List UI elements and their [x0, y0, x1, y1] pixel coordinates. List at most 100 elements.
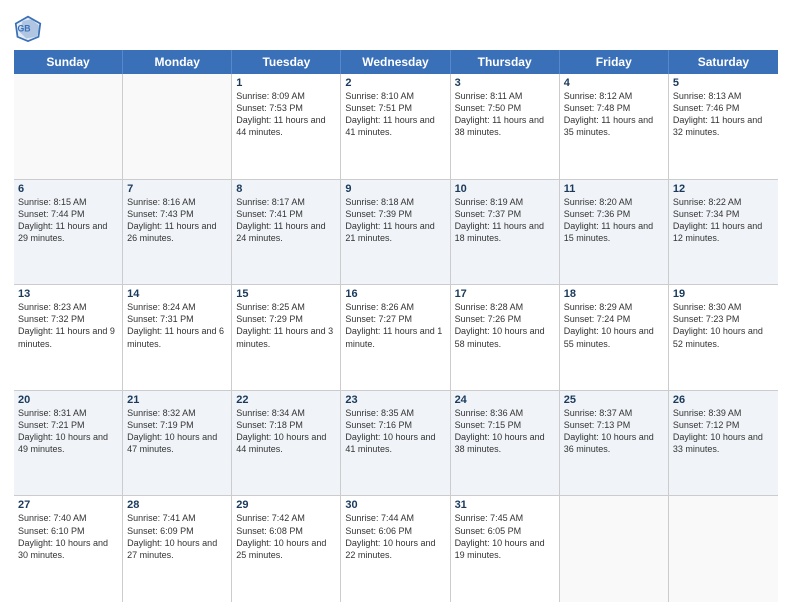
day-cell-14: 14Sunrise: 8:24 AM Sunset: 7:31 PM Dayli… [123, 285, 232, 390]
day-cell-10: 10Sunrise: 8:19 AM Sunset: 7:37 PM Dayli… [451, 180, 560, 285]
calendar-row-4: 27Sunrise: 7:40 AM Sunset: 6:10 PM Dayli… [14, 496, 778, 602]
day-info: Sunrise: 8:34 AM Sunset: 7:18 PM Dayligh… [236, 407, 336, 456]
day-info: Sunrise: 8:12 AM Sunset: 7:48 PM Dayligh… [564, 90, 664, 139]
day-cell-20: 20Sunrise: 8:31 AM Sunset: 7:21 PM Dayli… [14, 391, 123, 496]
day-number: 24 [455, 394, 555, 406]
day-info: Sunrise: 8:23 AM Sunset: 7:32 PM Dayligh… [18, 301, 118, 350]
day-number: 9 [345, 183, 445, 195]
day-info: Sunrise: 8:20 AM Sunset: 7:36 PM Dayligh… [564, 196, 664, 245]
day-number: 21 [127, 394, 227, 406]
day-cell-30: 30Sunrise: 7:44 AM Sunset: 6:06 PM Dayli… [341, 496, 450, 602]
day-cell-9: 9Sunrise: 8:18 AM Sunset: 7:39 PM Daylig… [341, 180, 450, 285]
day-cell-18: 18Sunrise: 8:29 AM Sunset: 7:24 PM Dayli… [560, 285, 669, 390]
day-info: Sunrise: 8:28 AM Sunset: 7:26 PM Dayligh… [455, 301, 555, 350]
day-info: Sunrise: 7:44 AM Sunset: 6:06 PM Dayligh… [345, 512, 445, 561]
day-info: Sunrise: 8:35 AM Sunset: 7:16 PM Dayligh… [345, 407, 445, 456]
empty-cell [14, 74, 123, 179]
day-number: 26 [673, 394, 774, 406]
day-info: Sunrise: 8:31 AM Sunset: 7:21 PM Dayligh… [18, 407, 118, 456]
day-info: Sunrise: 8:29 AM Sunset: 7:24 PM Dayligh… [564, 301, 664, 350]
calendar: SundayMondayTuesdayWednesdayThursdayFrid… [14, 50, 778, 602]
day-cell-7: 7Sunrise: 8:16 AM Sunset: 7:43 PM Daylig… [123, 180, 232, 285]
day-number: 31 [455, 499, 555, 511]
day-cell-29: 29Sunrise: 7:42 AM Sunset: 6:08 PM Dayli… [232, 496, 341, 602]
day-cell-22: 22Sunrise: 8:34 AM Sunset: 7:18 PM Dayli… [232, 391, 341, 496]
header-day-friday: Friday [560, 50, 669, 74]
day-info: Sunrise: 8:10 AM Sunset: 7:51 PM Dayligh… [345, 90, 445, 139]
day-cell-17: 17Sunrise: 8:28 AM Sunset: 7:26 PM Dayli… [451, 285, 560, 390]
day-cell-31: 31Sunrise: 7:45 AM Sunset: 6:05 PM Dayli… [451, 496, 560, 602]
day-cell-6: 6Sunrise: 8:15 AM Sunset: 7:44 PM Daylig… [14, 180, 123, 285]
day-number: 1 [236, 77, 336, 89]
day-info: Sunrise: 8:39 AM Sunset: 7:12 PM Dayligh… [673, 407, 774, 456]
logo-icon: GB [14, 14, 42, 42]
day-number: 27 [18, 499, 118, 511]
day-number: 28 [127, 499, 227, 511]
day-cell-16: 16Sunrise: 8:26 AM Sunset: 7:27 PM Dayli… [341, 285, 450, 390]
day-cell-28: 28Sunrise: 7:41 AM Sunset: 6:09 PM Dayli… [123, 496, 232, 602]
header-day-saturday: Saturday [669, 50, 778, 74]
day-number: 22 [236, 394, 336, 406]
header-day-wednesday: Wednesday [341, 50, 450, 74]
header-day-tuesday: Tuesday [232, 50, 341, 74]
day-info: Sunrise: 8:30 AM Sunset: 7:23 PM Dayligh… [673, 301, 774, 350]
header-day-sunday: Sunday [14, 50, 123, 74]
day-info: Sunrise: 7:42 AM Sunset: 6:08 PM Dayligh… [236, 512, 336, 561]
day-info: Sunrise: 8:13 AM Sunset: 7:46 PM Dayligh… [673, 90, 774, 139]
day-number: 11 [564, 183, 664, 195]
day-cell-11: 11Sunrise: 8:20 AM Sunset: 7:36 PM Dayli… [560, 180, 669, 285]
day-info: Sunrise: 8:09 AM Sunset: 7:53 PM Dayligh… [236, 90, 336, 139]
day-info: Sunrise: 7:41 AM Sunset: 6:09 PM Dayligh… [127, 512, 227, 561]
day-cell-4: 4Sunrise: 8:12 AM Sunset: 7:48 PM Daylig… [560, 74, 669, 179]
day-cell-23: 23Sunrise: 8:35 AM Sunset: 7:16 PM Dayli… [341, 391, 450, 496]
day-number: 20 [18, 394, 118, 406]
page: GB SundayMondayTuesdayWednesdayThursdayF… [0, 0, 792, 612]
day-cell-27: 27Sunrise: 7:40 AM Sunset: 6:10 PM Dayli… [14, 496, 123, 602]
calendar-row-2: 13Sunrise: 8:23 AM Sunset: 7:32 PM Dayli… [14, 285, 778, 391]
day-number: 19 [673, 288, 774, 300]
day-info: Sunrise: 8:22 AM Sunset: 7:34 PM Dayligh… [673, 196, 774, 245]
calendar-row-3: 20Sunrise: 8:31 AM Sunset: 7:21 PM Dayli… [14, 391, 778, 497]
day-info: Sunrise: 8:19 AM Sunset: 7:37 PM Dayligh… [455, 196, 555, 245]
day-number: 15 [236, 288, 336, 300]
day-info: Sunrise: 8:37 AM Sunset: 7:13 PM Dayligh… [564, 407, 664, 456]
empty-cell [123, 74, 232, 179]
svg-text:GB: GB [18, 24, 31, 34]
day-number: 8 [236, 183, 336, 195]
day-number: 29 [236, 499, 336, 511]
day-number: 14 [127, 288, 227, 300]
day-number: 2 [345, 77, 445, 89]
day-info: Sunrise: 8:18 AM Sunset: 7:39 PM Dayligh… [345, 196, 445, 245]
day-number: 7 [127, 183, 227, 195]
empty-cell [560, 496, 669, 602]
day-info: Sunrise: 8:17 AM Sunset: 7:41 PM Dayligh… [236, 196, 336, 245]
day-info: Sunrise: 8:24 AM Sunset: 7:31 PM Dayligh… [127, 301, 227, 350]
day-number: 18 [564, 288, 664, 300]
calendar-row-0: 1Sunrise: 8:09 AM Sunset: 7:53 PM Daylig… [14, 74, 778, 180]
day-info: Sunrise: 7:40 AM Sunset: 6:10 PM Dayligh… [18, 512, 118, 561]
header-day-monday: Monday [123, 50, 232, 74]
empty-cell [669, 496, 778, 602]
day-info: Sunrise: 7:45 AM Sunset: 6:05 PM Dayligh… [455, 512, 555, 561]
calendar-row-1: 6Sunrise: 8:15 AM Sunset: 7:44 PM Daylig… [14, 180, 778, 286]
logo: GB [14, 14, 44, 42]
day-info: Sunrise: 8:11 AM Sunset: 7:50 PM Dayligh… [455, 90, 555, 139]
day-number: 30 [345, 499, 445, 511]
day-cell-12: 12Sunrise: 8:22 AM Sunset: 7:34 PM Dayli… [669, 180, 778, 285]
day-number: 23 [345, 394, 445, 406]
day-cell-21: 21Sunrise: 8:32 AM Sunset: 7:19 PM Dayli… [123, 391, 232, 496]
day-number: 25 [564, 394, 664, 406]
day-cell-13: 13Sunrise: 8:23 AM Sunset: 7:32 PM Dayli… [14, 285, 123, 390]
day-cell-3: 3Sunrise: 8:11 AM Sunset: 7:50 PM Daylig… [451, 74, 560, 179]
day-cell-8: 8Sunrise: 8:17 AM Sunset: 7:41 PM Daylig… [232, 180, 341, 285]
day-info: Sunrise: 8:25 AM Sunset: 7:29 PM Dayligh… [236, 301, 336, 350]
header-day-thursday: Thursday [451, 50, 560, 74]
day-cell-1: 1Sunrise: 8:09 AM Sunset: 7:53 PM Daylig… [232, 74, 341, 179]
day-info: Sunrise: 8:16 AM Sunset: 7:43 PM Dayligh… [127, 196, 227, 245]
day-info: Sunrise: 8:36 AM Sunset: 7:15 PM Dayligh… [455, 407, 555, 456]
header: GB [14, 10, 778, 42]
day-cell-25: 25Sunrise: 8:37 AM Sunset: 7:13 PM Dayli… [560, 391, 669, 496]
day-cell-26: 26Sunrise: 8:39 AM Sunset: 7:12 PM Dayli… [669, 391, 778, 496]
day-cell-5: 5Sunrise: 8:13 AM Sunset: 7:46 PM Daylig… [669, 74, 778, 179]
day-number: 6 [18, 183, 118, 195]
